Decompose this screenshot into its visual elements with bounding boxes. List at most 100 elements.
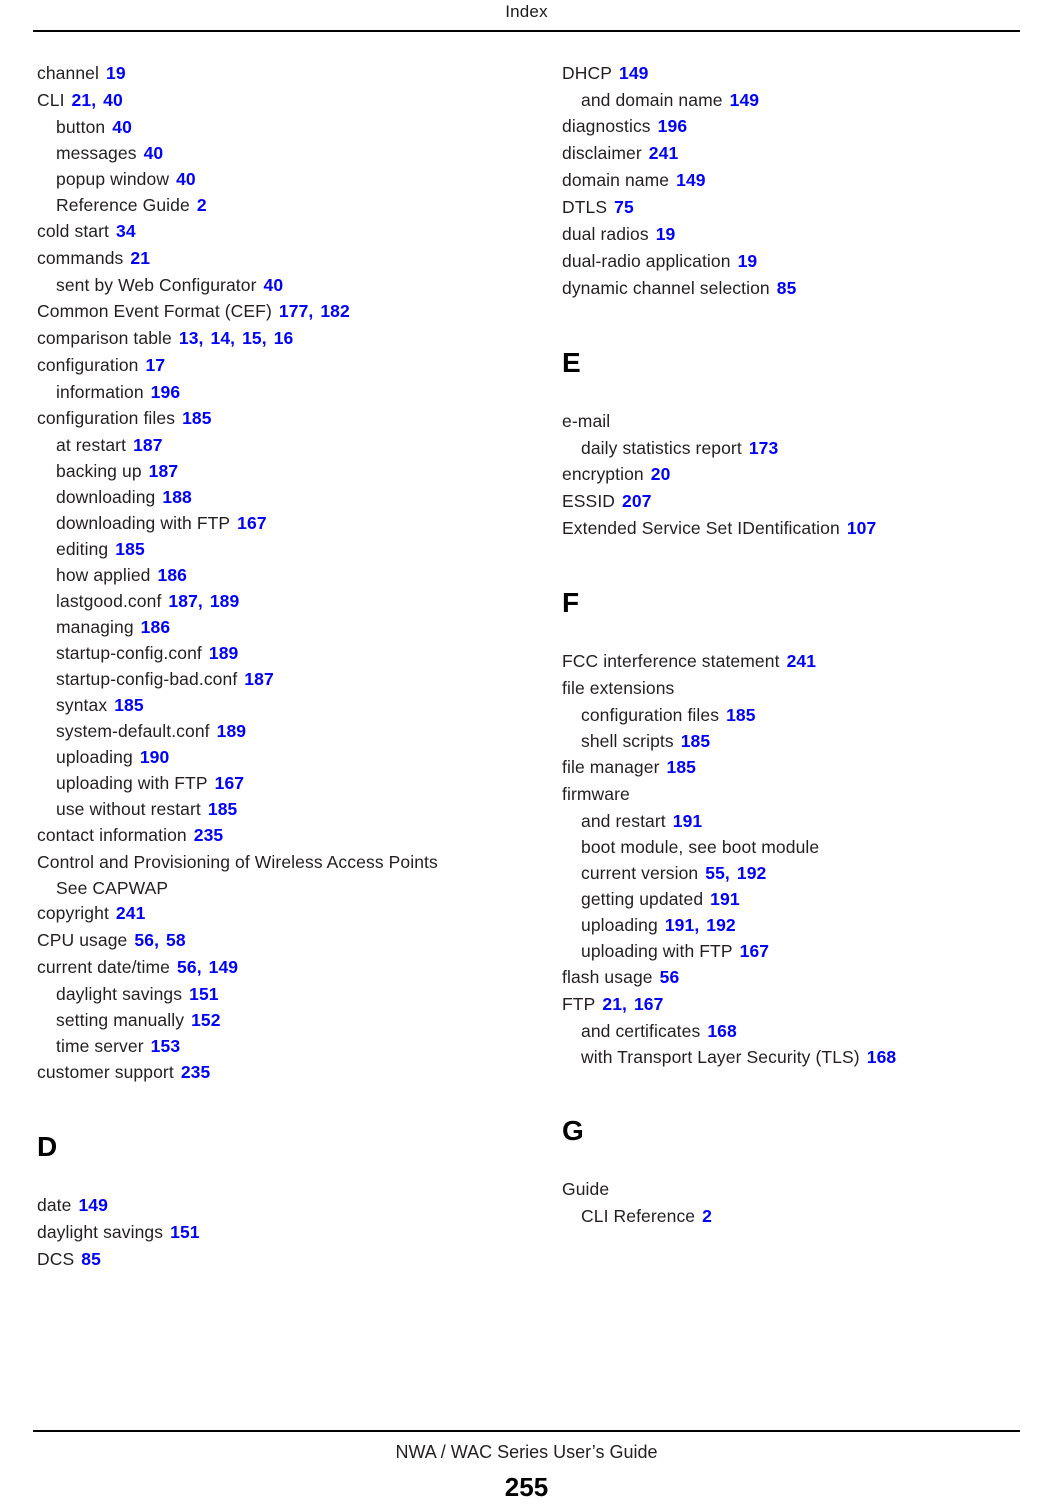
page-ref-link[interactable]: 185 — [114, 695, 144, 715]
index-entry-page-refs[interactable]: 191, 192 — [665, 915, 736, 935]
page-ref-link[interactable]: 149 — [730, 90, 760, 110]
page-ref-link[interactable]: 149 — [619, 63, 649, 83]
index-entry-page-refs[interactable]: 187, 189 — [168, 591, 239, 611]
page-ref-link[interactable]: 191 — [710, 889, 740, 909]
index-entry-page-refs[interactable]: 241 — [116, 903, 146, 923]
page-ref-link[interactable]: 153 — [151, 1036, 181, 1056]
page-ref-link[interactable]: 185 — [182, 408, 212, 428]
index-entry-page-refs[interactable]: 40 — [112, 117, 132, 137]
index-entry-page-refs[interactable]: 185 — [208, 799, 238, 819]
page-ref-link[interactable]: 55 — [705, 863, 725, 883]
page-ref-link[interactable]: 2 — [702, 1206, 712, 1226]
page-ref-link[interactable]: 19 — [738, 251, 758, 271]
page-ref-link[interactable]: 21 — [130, 248, 150, 268]
index-entry-page-refs[interactable]: 196 — [658, 116, 688, 136]
page-ref-link[interactable]: 21 — [72, 90, 92, 110]
page-ref-link[interactable]: 235 — [194, 825, 224, 845]
page-ref-link[interactable]: 75 — [614, 197, 634, 217]
page-ref-link[interactable]: 56 — [134, 930, 154, 950]
page-ref-link[interactable]: 40 — [264, 275, 284, 295]
index-entry-page-refs[interactable]: 167 — [237, 513, 267, 533]
page-ref-link[interactable]: 151 — [170, 1222, 200, 1242]
page-ref-link[interactable]: 58 — [166, 930, 186, 950]
page-ref-link[interactable]: 40 — [112, 117, 132, 137]
page-ref-link[interactable]: 173 — [749, 438, 779, 458]
index-entry-page-refs[interactable]: 235 — [181, 1062, 211, 1082]
page-ref-link[interactable]: 192 — [737, 863, 767, 883]
index-entry-page-refs[interactable]: 196 — [151, 382, 181, 402]
page-ref-link[interactable]: 189 — [210, 591, 240, 611]
page-ref-link[interactable]: 19 — [656, 224, 676, 244]
page-ref-link[interactable]: 13 — [179, 328, 199, 348]
page-ref-link[interactable]: 186 — [158, 565, 188, 585]
page-ref-link[interactable]: 187 — [244, 669, 274, 689]
page-ref-link[interactable]: 188 — [162, 487, 192, 507]
index-entry-page-refs[interactable]: 207 — [622, 491, 652, 511]
page-ref-link[interactable]: 185 — [208, 799, 238, 819]
index-entry-page-refs[interactable]: 2 — [197, 195, 207, 215]
index-entry-page-refs[interactable]: 149 — [730, 90, 760, 110]
page-ref-link[interactable]: 107 — [847, 518, 877, 538]
index-entry-page-refs[interactable]: 40 — [264, 275, 284, 295]
page-ref-link[interactable]: 152 — [191, 1010, 221, 1030]
page-ref-link[interactable]: 167 — [740, 941, 770, 961]
index-entry-page-refs[interactable]: 241 — [787, 651, 817, 671]
page-ref-link[interactable]: 241 — [787, 651, 817, 671]
page-ref-link[interactable]: 167 — [634, 994, 664, 1014]
page-ref-link[interactable]: 40 — [103, 90, 123, 110]
page-ref-link[interactable]: 235 — [181, 1062, 211, 1082]
index-entry-page-refs[interactable]: 153 — [151, 1036, 181, 1056]
index-entry-page-refs[interactable]: 190 — [140, 747, 170, 767]
index-entry-page-refs[interactable]: 40 — [176, 169, 196, 189]
page-ref-link[interactable]: 241 — [116, 903, 146, 923]
index-entry-page-refs[interactable]: 56 — [660, 967, 680, 987]
page-ref-link[interactable]: 185 — [115, 539, 145, 559]
index-entry-page-refs[interactable]: 151 — [189, 984, 219, 1004]
page-ref-link[interactable]: 34 — [116, 221, 136, 241]
page-ref-link[interactable]: 192 — [706, 915, 736, 935]
page-ref-link[interactable]: 207 — [622, 491, 652, 511]
page-ref-link[interactable]: 2 — [197, 195, 207, 215]
page-ref-link[interactable]: 21 — [602, 994, 622, 1014]
index-entry-page-refs[interactable]: 187 — [244, 669, 274, 689]
page-ref-link[interactable]: 168 — [707, 1021, 737, 1041]
index-entry-page-refs[interactable]: 75 — [614, 197, 634, 217]
index-entry-page-refs[interactable]: 185 — [115, 539, 145, 559]
index-entry-page-refs[interactable]: 19 — [656, 224, 676, 244]
page-ref-link[interactable]: 190 — [140, 747, 170, 767]
index-entry-page-refs[interactable]: 19 — [106, 63, 126, 83]
page-ref-link[interactable]: 20 — [651, 464, 671, 484]
page-ref-link[interactable]: 15 — [242, 328, 262, 348]
index-entry-page-refs[interactable]: 185 — [726, 705, 756, 725]
index-entry-page-refs[interactable]: 34 — [116, 221, 136, 241]
page-ref-link[interactable]: 17 — [146, 355, 166, 375]
page-ref-link[interactable]: 167 — [215, 773, 245, 793]
page-ref-link[interactable]: 187 — [133, 435, 163, 455]
index-entry-page-refs[interactable]: 85 — [777, 278, 797, 298]
page-ref-link[interactable]: 16 — [274, 328, 294, 348]
page-ref-link[interactable]: 185 — [667, 757, 697, 777]
index-entry-page-refs[interactable]: 85 — [81, 1249, 101, 1269]
index-entry-page-refs[interactable]: 151 — [170, 1222, 200, 1242]
page-ref-link[interactable]: 186 — [141, 617, 171, 637]
index-entry-page-refs[interactable]: 149 — [676, 170, 706, 190]
index-entry-page-refs[interactable]: 56, 149 — [177, 957, 238, 977]
index-entry-page-refs[interactable]: 168 — [707, 1021, 737, 1041]
index-entry-page-refs[interactable]: 185 — [667, 757, 697, 777]
page-ref-link[interactable]: 85 — [777, 278, 797, 298]
page-ref-link[interactable]: 182 — [320, 301, 350, 321]
index-entry-page-refs[interactable]: 187 — [133, 435, 163, 455]
page-ref-link[interactable]: 189 — [217, 721, 247, 741]
index-entry-page-refs[interactable]: 20 — [651, 464, 671, 484]
index-entry-page-refs[interactable]: 235 — [194, 825, 224, 845]
index-entry-page-refs[interactable]: 149 — [619, 63, 649, 83]
page-ref-link[interactable]: 168 — [867, 1047, 897, 1067]
page-ref-link[interactable]: 151 — [189, 984, 219, 1004]
page-ref-link[interactable]: 149 — [676, 170, 706, 190]
page-ref-link[interactable]: 56 — [177, 957, 197, 977]
page-ref-link[interactable]: 14 — [210, 328, 230, 348]
page-ref-link[interactable]: 191 — [673, 811, 703, 831]
page-ref-link[interactable]: 189 — [209, 643, 239, 663]
index-entry-page-refs[interactable]: 19 — [738, 251, 758, 271]
page-ref-link[interactable]: 196 — [658, 116, 688, 136]
